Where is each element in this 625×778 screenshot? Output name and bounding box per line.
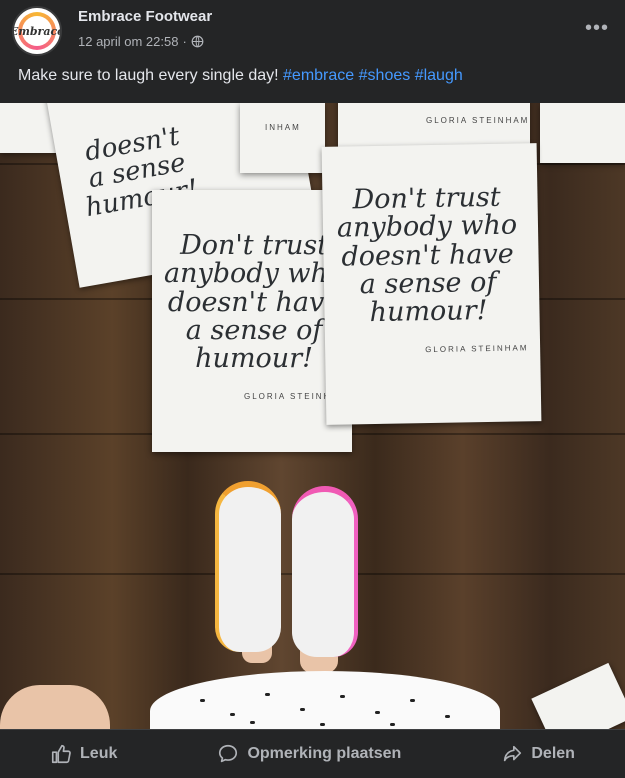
poster-quote-right: Don't trust anybody who doesn't have a s… [336,181,518,329]
share-label: Delen [531,745,575,762]
dress-dot [265,693,270,696]
comment-button[interactable]: Opmerking plaatsen [205,735,413,773]
comment-label: Opmerking plaatsen [247,745,402,762]
dress-dot [410,699,415,702]
dress-dot [320,723,325,726]
left-shoe [215,481,281,652]
poster-paper-main: Don't trust anybody who doesn't have a s… [152,190,352,452]
like-button[interactable]: Leuk [38,735,129,773]
share-icon [504,745,522,762]
poster-quote-main: Don't trust anybody who doesn't have a s… [164,230,345,375]
hashtag-laugh[interactable]: #laugh [415,67,463,84]
hashtag-embrace[interactable]: #embrace [283,67,354,84]
dress-dot [300,708,305,711]
avatar-logo-text: Embrace [12,24,62,38]
dress-dot [200,699,205,702]
post-meta: 12 april om 22:58 · [78,34,204,49]
hand [0,685,110,729]
dress-dot [250,721,255,724]
post-timestamp[interactable]: 12 april om 22:58 [78,34,178,49]
dress-dot [375,711,380,714]
dress-dot [445,715,450,718]
more-options-button[interactable]: ••• [579,10,615,46]
meta-separator: · [182,34,187,49]
comment-icon [219,744,238,763]
post-caption: Make sure to laugh every single day! #em… [18,67,463,85]
poster-author-top-right: GLORIA STEINHAM [426,116,530,125]
hashtag-shoes[interactable]: #shoes [359,67,411,84]
like-label: Leuk [80,745,118,762]
page-avatar[interactable]: Embrace [12,6,62,56]
right-shoe [292,486,358,657]
poster-paper-right: Don't trust anybody who doesn't have a s… [321,143,542,425]
thumbs-up-icon [51,744,71,764]
dress-dot [230,713,235,716]
dress-dot [390,723,395,726]
poster-author-right: GLORIA STEINHAM [425,343,529,355]
poster-author-cropped: INHAM [265,123,301,132]
poster-paper [531,662,625,729]
poster-paper [540,103,625,163]
share-button[interactable]: Delen [489,735,587,773]
globe-icon [191,35,204,48]
dress-dot [340,695,345,698]
post-photo[interactable]: doesn't a sense humour! GLORIA STEINHAM … [0,103,625,729]
post-header: Embrace Embrace Footwear 12 april om 22:… [0,0,625,60]
caption-text: Make sure to laugh every single day! [18,67,284,84]
post-actions-bar: Leuk Opmerking plaatsen Delen [0,729,625,778]
poster-paper: INHAM [240,103,325,173]
page-name-link[interactable]: Embrace Footwear [78,8,212,25]
